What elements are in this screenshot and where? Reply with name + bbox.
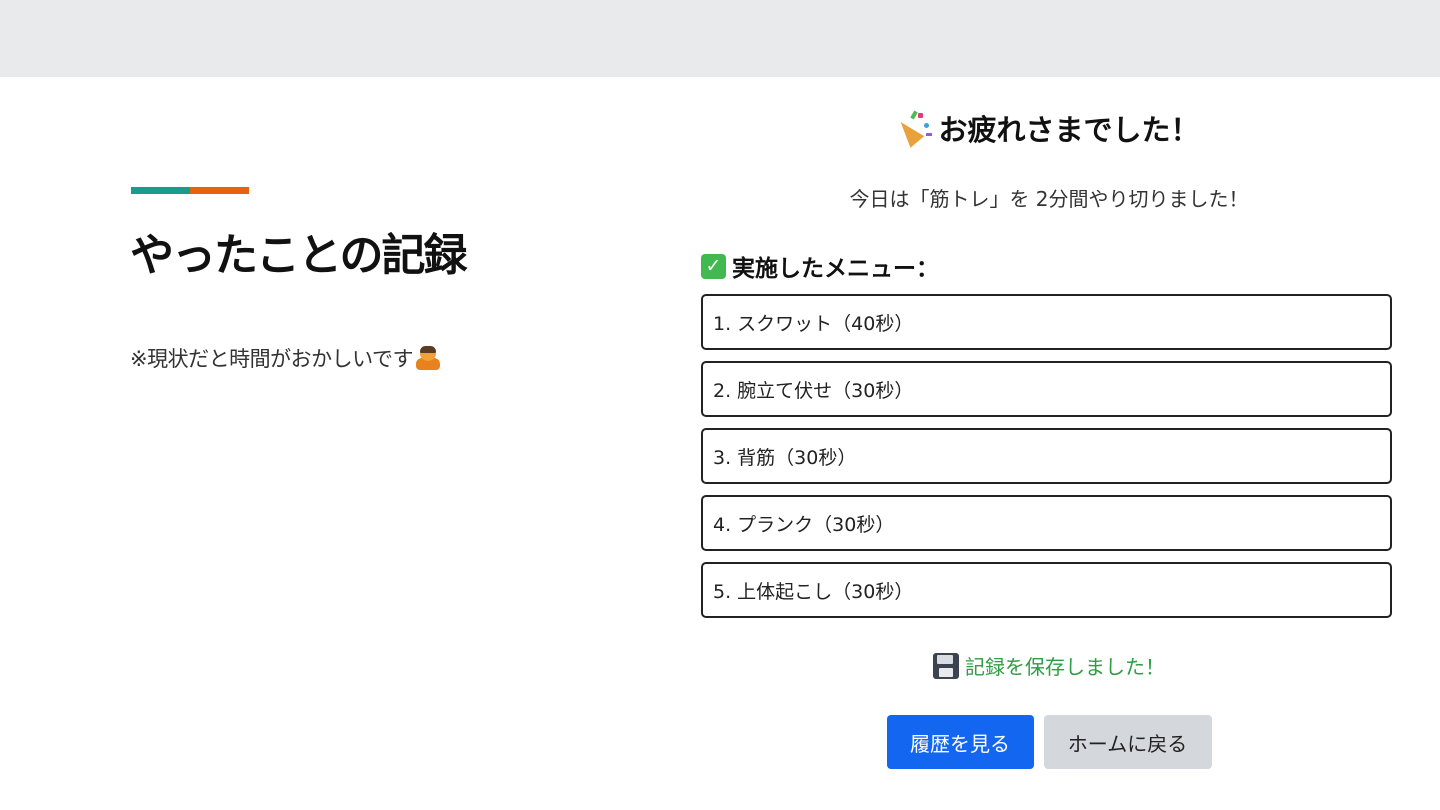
title-accent-bar xyxy=(131,187,249,194)
slide-left-pane: やったことの記録 ※現状だと時間がおかしいです xyxy=(0,77,658,810)
accent-teal xyxy=(131,187,190,194)
menu-list: 1. スクワット（40秒） 2. 腕立て伏せ（30秒） 3. 背筋（30秒） 4… xyxy=(701,294,1392,629)
saved-status: 記録を保存しました！ xyxy=(658,651,1440,680)
menu-item: 1. スクワット（40秒） xyxy=(701,294,1392,350)
saved-status-text: 記録を保存しました！ xyxy=(965,655,1165,679)
view-history-button[interactable]: 履歴を見る xyxy=(886,715,1034,769)
menu-heading: ✓ 実施したメニュー： xyxy=(701,249,939,283)
slide-note: ※現状だと時間がおかしいです xyxy=(130,343,442,373)
completion-title: お疲れさまでした！ xyxy=(658,107,1440,149)
workout-summary: 今日は「筋トレ」を 2分間やり切りました！ xyxy=(849,187,1249,211)
back-home-button[interactable]: ホームに戻る xyxy=(1043,715,1212,769)
party-popper-icon xyxy=(894,110,933,148)
top-bar xyxy=(0,0,1440,77)
menu-item: 2. 腕立て伏せ（30秒） xyxy=(701,361,1392,417)
menu-heading-text: 実施したメニュー： xyxy=(732,256,939,282)
completion-title-text: お疲れさまでした！ xyxy=(938,113,1200,147)
accent-orange xyxy=(190,187,249,194)
slide-title: やったことの記録 xyxy=(130,230,468,281)
floppy-disk-icon xyxy=(933,652,959,679)
workout-complete-panel: お疲れさまでした！ 今日は「筋トレ」を 2分間やり切りました！ ✓ 実施したメニ… xyxy=(658,77,1440,810)
menu-item: 5. 上体起こし（30秒） xyxy=(701,562,1392,618)
bowing-person-icon xyxy=(414,344,442,372)
check-mark-icon: ✓ xyxy=(701,253,726,279)
slide-note-text: ※現状だと時間がおかしいです xyxy=(130,347,413,371)
menu-item: 3. 背筋（30秒） xyxy=(701,428,1392,484)
menu-item: 4. プランク（30秒） xyxy=(701,495,1392,551)
action-buttons: 履歴を見る ホームに戻る xyxy=(658,715,1440,769)
